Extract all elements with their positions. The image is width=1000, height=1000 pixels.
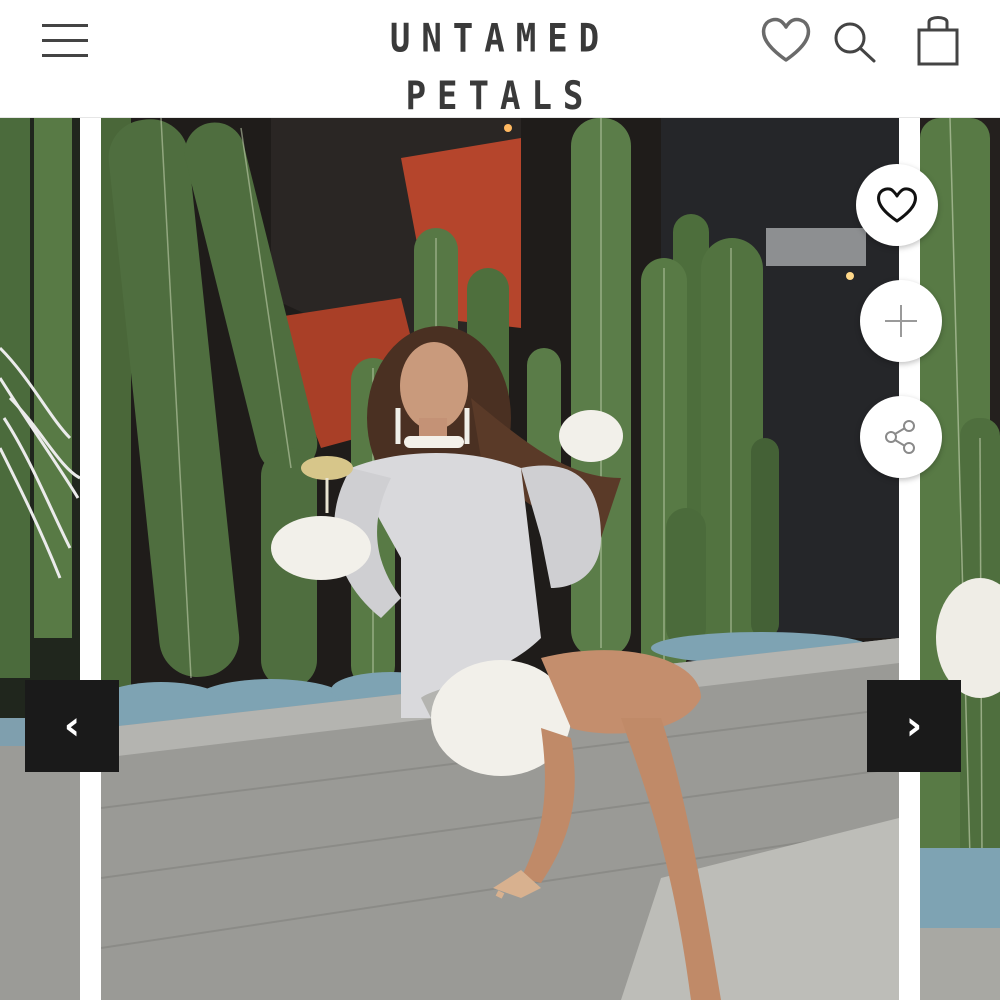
chevron-left-icon: ‹ [63,703,81,749]
add-to-wishlist-button[interactable] [856,164,938,246]
shopping-bag-button[interactable] [912,12,964,68]
previous-slide-image[interactable] [0,118,80,1000]
previous-slide-button[interactable]: ‹ [25,680,119,772]
plus-icon [885,305,917,337]
share-button[interactable] [860,396,942,478]
heart-outline-icon [761,17,811,62]
add-button[interactable] [860,280,942,362]
brand-logo[interactable]: UNTAMED PETALS [300,10,700,120]
shopping-bag-icon [917,16,959,66]
hamburger-menu-icon [42,24,88,57]
chevron-right-icon: › [905,703,923,749]
site-header: UNTAMED PETALS [0,0,1000,120]
search-button[interactable] [830,18,880,66]
search-icon [834,22,876,63]
heart-outline-icon [877,187,917,223]
share-icon [885,420,915,454]
wishlist-button[interactable] [758,14,814,66]
product-image-carousel[interactable]: ‹ › [0,118,1000,1000]
menu-button[interactable] [38,20,94,60]
next-slide-image[interactable] [920,118,1000,1000]
next-slide-button[interactable]: › [867,680,961,772]
product-photo[interactable] [101,118,899,1000]
